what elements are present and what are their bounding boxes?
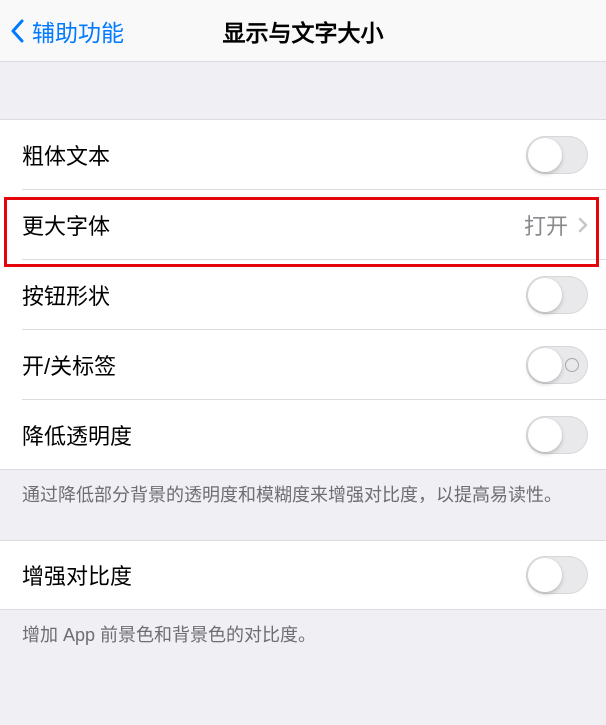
row-reduce-transparency[interactable]: 降低透明度 [0, 400, 606, 470]
row-label: 增强对比度 [22, 559, 132, 591]
toggle-on-off-labels[interactable] [526, 346, 588, 384]
footer-contrast: 增加 App 前景色和背景色的对比度。 [0, 610, 606, 680]
back-button[interactable]: 辅助功能 [0, 14, 124, 48]
chevron-left-icon [10, 19, 26, 43]
row-label: 开/关标签 [22, 349, 116, 381]
row-label: 粗体文本 [22, 139, 110, 171]
chevron-right-icon [578, 217, 588, 233]
back-label: 辅助功能 [32, 14, 124, 48]
page-title: 显示与文字大小 [223, 14, 384, 48]
row-increase-contrast[interactable]: 增强对比度 [0, 540, 606, 610]
nav-bar: 辅助功能 显示与文字大小 [0, 0, 606, 62]
toggle-reduce-transparency[interactable] [526, 416, 588, 454]
row-value: 打开 [524, 209, 568, 241]
row-bold-text[interactable]: 粗体文本 [0, 120, 606, 190]
row-label: 降低透明度 [22, 419, 132, 451]
toggle-increase-contrast[interactable] [526, 556, 588, 594]
row-label: 更大字体 [22, 209, 110, 241]
row-button-shapes[interactable]: 按钮形状 [0, 260, 606, 330]
row-larger-text[interactable]: 更大字体 打开 [0, 190, 606, 260]
row-on-off-labels[interactable]: 开/关标签 [0, 330, 606, 400]
toggle-button-shapes[interactable] [526, 276, 588, 314]
group-spacer [0, 62, 606, 120]
row-label: 按钮形状 [22, 279, 110, 311]
toggle-bold-text[interactable] [526, 136, 588, 174]
footer-transparency: 通过降低部分背景的透明度和模糊度来增强对比度，以提高易读性。 [0, 470, 606, 540]
